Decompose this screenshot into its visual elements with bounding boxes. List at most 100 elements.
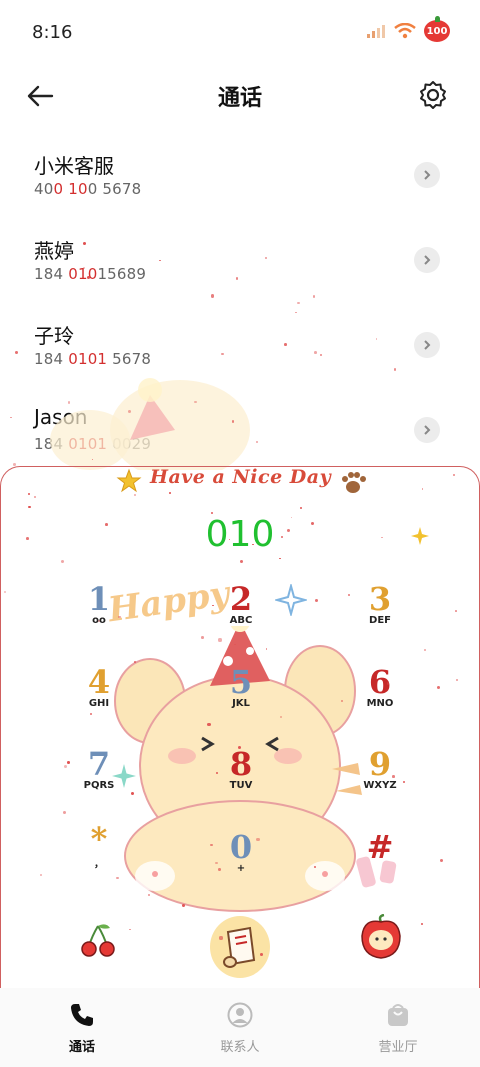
speck — [219, 936, 223, 940]
contact-number: 184 01015689 — [34, 265, 147, 283]
status-icons: 100 — [366, 16, 450, 42]
key-digit: 8 — [229, 745, 253, 783]
page-header: 通话 — [0, 66, 480, 124]
key-digit: 4 — [87, 663, 111, 701]
key-letters: + — [236, 863, 246, 874]
speck — [210, 843, 213, 847]
contacts-icon — [227, 1002, 253, 1028]
dial-key-hash[interactable]: # — [345, 829, 415, 865]
apple-bear-icon[interactable] — [358, 914, 404, 960]
key-digit: 2 — [229, 580, 253, 618]
key-digit: 1 — [87, 580, 111, 618]
key-digit: 5 — [229, 663, 253, 701]
star-icon — [116, 468, 142, 493]
contact-detail-button[interactable] — [414, 332, 440, 358]
speck — [424, 649, 426, 651]
key-digit: 3 — [368, 580, 392, 618]
key-letters: JKL — [232, 698, 250, 709]
scroll-call-icon — [223, 926, 256, 968]
speck — [218, 638, 222, 642]
key-digit: 0 — [229, 828, 253, 866]
speck — [256, 838, 260, 842]
speck — [420, 922, 424, 925]
speck — [260, 952, 263, 956]
call-button[interactable] — [210, 916, 270, 978]
phone-icon — [71, 1004, 93, 1026]
dialer-actions — [0, 908, 480, 978]
cherry-icon[interactable] — [78, 920, 118, 960]
speck — [310, 521, 314, 525]
tab-contacts[interactable]: 联系人 — [180, 1002, 300, 1055]
speck — [181, 904, 185, 908]
contact-name: 燕婷 — [34, 239, 74, 263]
key-digit: 6 — [368, 663, 392, 701]
dial-key-7[interactable]: 7 PQRS — [64, 746, 134, 791]
speck — [63, 764, 67, 768]
battery-icon: 100 — [424, 16, 450, 42]
dial-key-5[interactable]: 5 JKL — [206, 664, 276, 709]
speck — [26, 536, 30, 540]
status-time: 8:16 — [32, 22, 73, 43]
speck — [313, 350, 317, 354]
dial-key-3[interactable]: 3 DEF — [345, 581, 415, 626]
speck — [218, 868, 222, 871]
signal-icon — [367, 25, 385, 38]
key-digit: 7 — [87, 745, 111, 783]
contact-detail-button[interactable] — [414, 162, 440, 188]
list-item[interactable]: 燕婷 184 01015689 — [0, 215, 480, 300]
contact-detail-button[interactable] — [414, 247, 440, 273]
speck — [28, 505, 31, 509]
speck — [261, 477, 263, 480]
speck — [83, 266, 85, 269]
contact-detail-button[interactable] — [414, 417, 440, 443]
tab-business-hall[interactable]: 营业厅 — [338, 1002, 458, 1055]
speck — [66, 761, 70, 764]
tab-label: 通话 — [68, 1040, 95, 1055]
tab-calls[interactable]: 通话 — [22, 1002, 142, 1055]
dial-key-4[interactable]: 4 GHI — [64, 664, 134, 709]
speck — [392, 775, 395, 778]
speck — [169, 492, 171, 494]
gear-icon[interactable] — [416, 78, 450, 112]
status-bar: 8:16 100 — [0, 0, 480, 66]
dial-key-star[interactable]: * ， — [64, 821, 134, 870]
speck — [283, 343, 287, 347]
key-letters: ， — [94, 859, 104, 870]
chevron-right-icon — [424, 170, 431, 180]
dial-key-8[interactable]: 8 TUV — [206, 746, 276, 791]
wifi-icon — [394, 23, 416, 39]
speck — [129, 928, 131, 931]
contact-number: 400 100 5678 — [34, 180, 142, 198]
speck — [281, 535, 284, 538]
dial-key-0[interactable]: 0 + — [206, 829, 276, 874]
speck — [454, 610, 457, 612]
speck — [207, 722, 211, 727]
dialed-number: 010 — [205, 514, 275, 555]
contact-name: 子玲 — [34, 324, 74, 348]
bag-icon — [388, 1004, 408, 1026]
key-letters: TUV — [229, 780, 253, 791]
tab-label: 联系人 — [220, 1040, 260, 1055]
key-letters: GHI — [88, 698, 110, 709]
chevron-right-icon — [424, 255, 431, 265]
list-item[interactable]: 小米客服 400 100 5678 — [0, 130, 480, 215]
dial-key-6[interactable]: 6 MNO — [345, 664, 415, 709]
speck — [455, 678, 459, 681]
chevron-right-icon — [424, 425, 431, 435]
page-title: 通话 — [217, 86, 262, 111]
dial-key-9[interactable]: 9 WXYZ — [345, 746, 415, 791]
paw-icon — [342, 472, 366, 493]
speck — [116, 876, 119, 879]
key-letters: MNO — [366, 698, 394, 709]
speck — [221, 352, 224, 356]
banner-text: Have a Nice Day — [150, 466, 332, 488]
contact-number: 184 0101 5678 — [34, 350, 152, 368]
speck — [133, 493, 136, 497]
tab-label: 营业厅 — [378, 1040, 418, 1055]
speck — [194, 400, 197, 403]
bottom-tab-bar: 通话 联系人 营业厅 — [0, 988, 480, 1067]
speck — [436, 685, 440, 689]
dial-key-2[interactable]: 2 ABC — [206, 581, 276, 626]
key-letters: PQRS — [83, 780, 115, 791]
speck — [237, 746, 241, 750]
